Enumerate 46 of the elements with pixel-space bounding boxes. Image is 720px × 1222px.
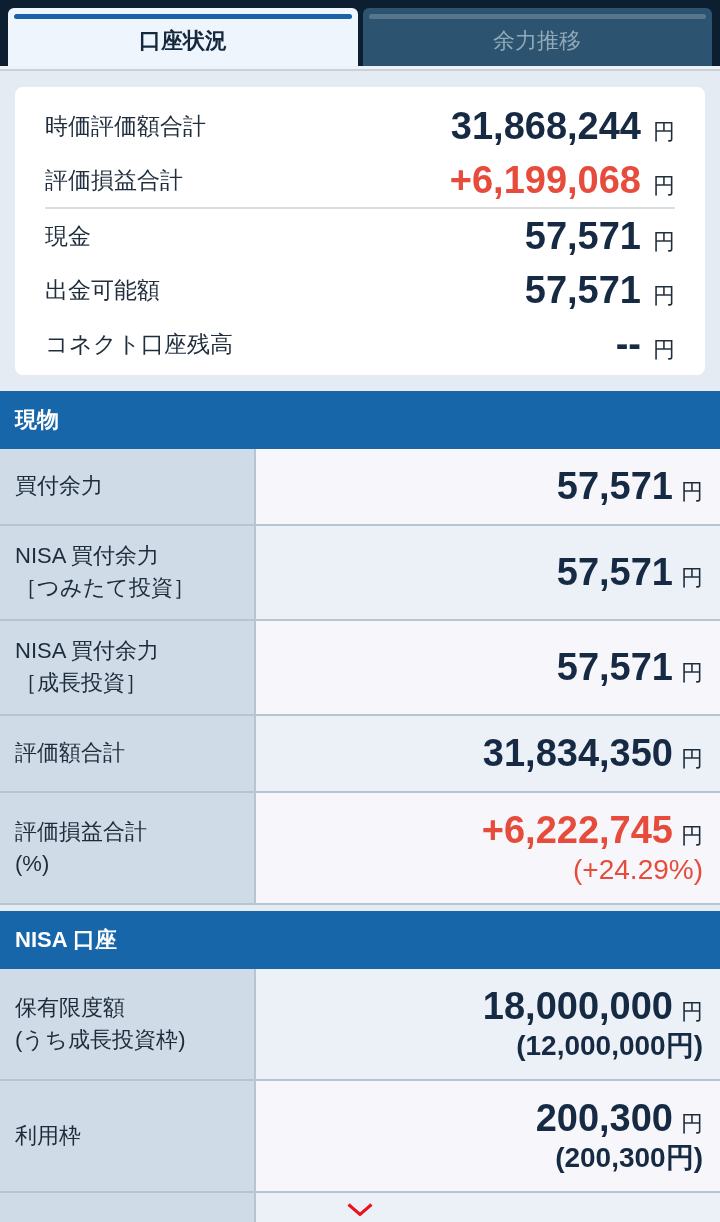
row-value: +6,222,745 <box>481 807 673 852</box>
summary-label: 出金可能額 <box>45 275 160 305</box>
row-label: 買付余力 <box>15 472 103 501</box>
row-label: NISA 買付余力 <box>15 542 160 571</box>
row-label: (うち成長投資枠) <box>15 1025 186 1054</box>
section-header: 現物 <box>0 390 720 449</box>
row-value: 57,571 <box>556 464 673 509</box>
summary-value: 31,868,244 <box>450 106 641 145</box>
row-label: 利用枠 <box>15 1121 81 1150</box>
unit-label: 円 <box>653 174 675 197</box>
row-label: NISA 買付余力 <box>15 637 160 666</box>
summary-value: 57,571 <box>524 270 641 309</box>
row-label: ［成長投資］ <box>15 669 147 698</box>
row-label: 評価額合計 <box>15 739 125 768</box>
row-value: 57,571 <box>556 550 673 595</box>
summary-label: 評価損益合計 <box>45 165 183 195</box>
summary-value: +6,199,068 <box>449 160 641 199</box>
summary-value: 57,571 <box>524 216 641 255</box>
unit-label: 円 <box>653 284 675 307</box>
unit-label: 円 <box>681 997 703 1026</box>
unit-label: 円 <box>681 478 703 507</box>
section-header: NISA 口座 <box>0 910 720 969</box>
summary-value: -- <box>615 324 641 363</box>
unit-label: 円 <box>653 120 675 143</box>
summary-label: 時価評価額合計 <box>45 111 206 141</box>
row-value: 18,000,000 <box>482 983 673 1028</box>
row-value: 57,571 <box>556 645 673 690</box>
summary-label: 現金 <box>45 221 91 251</box>
unit-label: 円 <box>681 821 703 850</box>
row-label: (%) <box>15 849 50 878</box>
tab[interactable]: 口座状況 <box>8 8 358 66</box>
unit-label: 円 <box>681 564 703 593</box>
row-label: ［つみたて投資］ <box>15 574 195 603</box>
unit-label: 円 <box>653 230 675 253</box>
row-value: 31,834,350 <box>482 731 673 776</box>
row-sub-value: (200,300円) <box>555 1140 703 1175</box>
summary-label: コネクト口座残高 <box>45 329 233 359</box>
unit-label: 円 <box>681 659 703 688</box>
row-sub-value: (+24.29%) <box>573 852 703 887</box>
row-value: 200,300 <box>535 1095 673 1140</box>
row-label: 評価損益合計 <box>15 817 147 846</box>
unit-label: 円 <box>653 338 675 361</box>
unit-label: 円 <box>681 745 703 774</box>
row-label: 保有限度額 <box>15 993 125 1022</box>
row-sub-value: (12,000,000円) <box>516 1028 703 1063</box>
unit-label: 円 <box>681 1109 703 1138</box>
